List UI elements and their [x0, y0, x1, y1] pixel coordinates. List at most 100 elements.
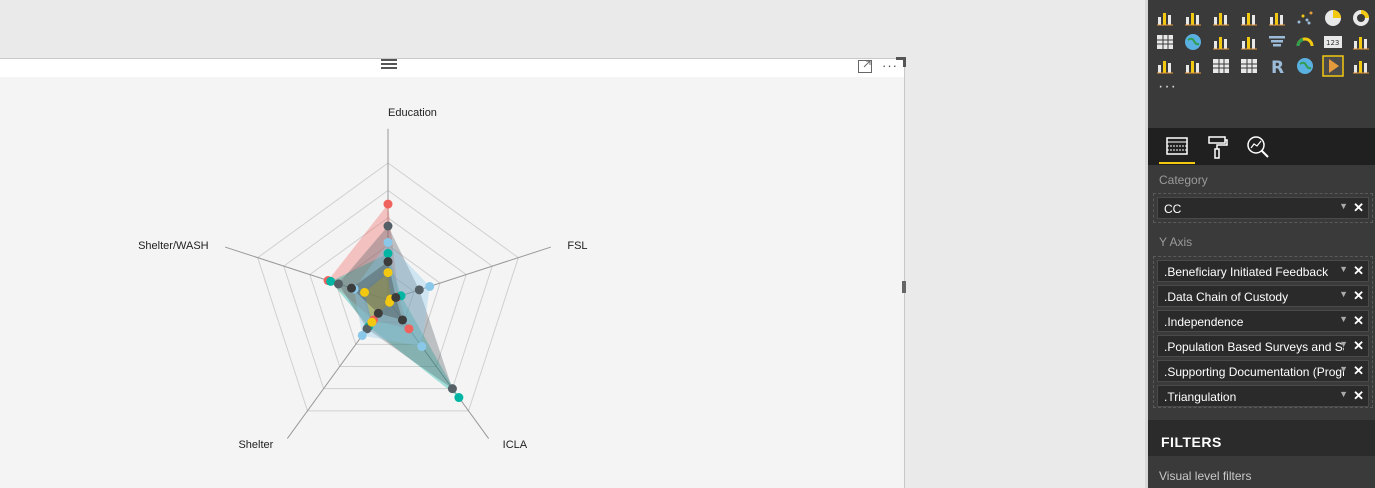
- radar-data-point: [391, 292, 401, 302]
- table-icon[interactable]: [1210, 55, 1232, 77]
- field-name: .Beneficiary Initiated Feedback: [1164, 265, 1329, 279]
- radar-axis-label: FSL: [567, 240, 587, 252]
- well-category[interactable]: CC ▼ ✕: [1153, 193, 1373, 223]
- matrix-icon[interactable]: [1238, 55, 1260, 77]
- field-name: .Independence: [1164, 315, 1244, 329]
- tab-analytics[interactable]: [1240, 132, 1276, 164]
- report-canvas: ··· Education FSL ICLA Shelter Shelter/WASH: [0, 0, 1145, 488]
- custom-visual-icon[interactable]: [1350, 55, 1372, 77]
- gauge-icon[interactable]: [1294, 31, 1316, 53]
- field-pill[interactable]: .Triangulation ▼ ✕: [1157, 385, 1369, 407]
- waterfall-chart-icon[interactable]: [1182, 7, 1204, 29]
- chevron-down-icon[interactable]: ▼: [1339, 339, 1348, 349]
- slicer-icon[interactable]: [1182, 55, 1204, 77]
- radar-data-point: [326, 276, 336, 286]
- field-name: .Population Based Surveys and Sample: [1164, 340, 1344, 354]
- analytics-magnifier-icon: [1247, 136, 1269, 158]
- field-name: .Supporting Documentation (Programme): [1164, 365, 1344, 379]
- field-pill[interactable]: .Supporting Documentation (Programme)▼ ✕: [1157, 360, 1369, 382]
- radar-chart-icon[interactable]: [1322, 55, 1344, 77]
- radar-data-point: [383, 221, 393, 231]
- radar-data-point: [414, 285, 424, 295]
- kpi-icon[interactable]: [1154, 55, 1176, 77]
- radar-data-point: [397, 315, 407, 325]
- pie-chart-icon[interactable]: [1322, 7, 1344, 29]
- visualization-gallery: 123 R: [1148, 0, 1375, 128]
- field-pill[interactable]: .Beneficiary Initiated Feedback ▼ ✕: [1157, 260, 1369, 282]
- radar-data-point: [373, 308, 383, 318]
- card-icon[interactable]: 123: [1322, 31, 1344, 53]
- donut-chart-icon[interactable]: [1350, 7, 1372, 29]
- radar-axis-label: ICLA: [503, 439, 528, 451]
- radar-data-point: [404, 324, 414, 334]
- field-pill[interactable]: .Independence ▼ ✕: [1157, 310, 1369, 332]
- filters-title: FILTERS: [1161, 434, 1222, 450]
- filters-header[interactable]: FILTERS: [1148, 420, 1375, 456]
- tab-format[interactable]: [1200, 132, 1236, 164]
- remove-field-icon[interactable]: ✕: [1353, 200, 1364, 216]
- field-name: CC: [1164, 202, 1182, 216]
- funnel-icon[interactable]: [1266, 31, 1288, 53]
- ribbon-chart-icon[interactable]: [1154, 7, 1176, 29]
- globe-map-icon[interactable]: [1182, 31, 1204, 53]
- radar-data-point: [357, 330, 367, 340]
- radar-data-point: [383, 257, 393, 267]
- radar-chart-visual[interactable]: ··· Education FSL ICLA Shelter Shelter/WASH: [0, 57, 906, 488]
- visual-level-filters-label: Visual level filters: [1159, 469, 1252, 483]
- field-pill[interactable]: .Population Based Surveys and Sample▼ ✕: [1157, 335, 1369, 357]
- pane-tabs: [1148, 128, 1375, 165]
- chevron-down-icon[interactable]: ▼: [1339, 201, 1348, 211]
- radar-axis-label: Shelter: [238, 439, 273, 451]
- r-visual-icon[interactable]: R: [1266, 55, 1288, 78]
- field-name: .Data Chain of Custody: [1164, 290, 1289, 304]
- treemap-icon[interactable]: [1154, 31, 1176, 53]
- field-name: .Triangulation: [1164, 390, 1237, 404]
- radar-data-point: [447, 384, 457, 394]
- radar-chart: Education FSL ICLA Shelter Shelter/WASH: [138, 107, 587, 451]
- tab-fields[interactable]: [1159, 132, 1195, 164]
- remove-field-icon[interactable]: ✕: [1353, 338, 1364, 354]
- combo-chart-icon[interactable]: [1238, 7, 1260, 29]
- radar-data-point: [367, 317, 377, 327]
- well-title-y-axis: Y Axis: [1159, 235, 1193, 249]
- remove-field-icon[interactable]: ✕: [1353, 288, 1364, 304]
- remove-field-icon[interactable]: ✕: [1353, 388, 1364, 404]
- radar-data-point: [417, 342, 427, 352]
- chevron-down-icon[interactable]: ▼: [1339, 314, 1348, 324]
- remove-field-icon[interactable]: ✕: [1353, 363, 1364, 379]
- radar-data-point: [383, 248, 393, 258]
- remove-field-icon[interactable]: ✕: [1353, 263, 1364, 279]
- chevron-down-icon[interactable]: ▼: [1339, 364, 1348, 374]
- filled-map-icon[interactable]: [1210, 31, 1232, 53]
- well-y-axis[interactable]: .Beneficiary Initiated Feedback ▼ ✕ .Data C…: [1153, 256, 1373, 408]
- line-bar-icon[interactable]: [1266, 7, 1288, 29]
- radar-data-point: [347, 283, 357, 293]
- chevron-down-icon[interactable]: ▼: [1339, 289, 1348, 299]
- shape-map-icon[interactable]: [1238, 31, 1260, 53]
- globe-icon[interactable]: [1294, 55, 1316, 77]
- radar-data-point: [383, 268, 393, 278]
- chevron-down-icon[interactable]: ▼: [1339, 389, 1348, 399]
- filters-body: Visual level filters: [1148, 456, 1375, 488]
- scatter-chart-icon[interactable]: [1294, 7, 1316, 29]
- radar-data-point: [383, 199, 393, 209]
- well-title-category: Category: [1159, 173, 1208, 187]
- remove-field-icon[interactable]: ✕: [1353, 313, 1364, 329]
- radar-data-point: [333, 279, 343, 289]
- paint-roller-icon: [1208, 136, 1228, 159]
- field-pill[interactable]: CC ▼ ✕: [1157, 197, 1369, 219]
- radar-data-point: [360, 287, 370, 297]
- radar-data-point: [383, 237, 393, 247]
- more-visuals-icon[interactable]: ···: [1158, 78, 1177, 96]
- chevron-down-icon[interactable]: ▼: [1339, 264, 1348, 274]
- visualizations-pane: 123 R ··· Category CC ▼ ✕ Y Axis .Benefi…: [1148, 0, 1375, 488]
- radar-axis-label: Shelter/WASH: [138, 240, 209, 252]
- radar-data-point: [425, 281, 435, 291]
- bar-chart-icon[interactable]: [1210, 7, 1232, 29]
- svg-text:R: R: [1271, 58, 1284, 77]
- field-pill[interactable]: .Data Chain of Custody ▼ ✕: [1157, 285, 1369, 307]
- radar-axis-label: Education: [388, 107, 437, 119]
- multi-row-card-icon[interactable]: [1350, 31, 1372, 53]
- svg-text:123: 123: [1326, 39, 1339, 47]
- fields-icon: [1166, 137, 1188, 155]
